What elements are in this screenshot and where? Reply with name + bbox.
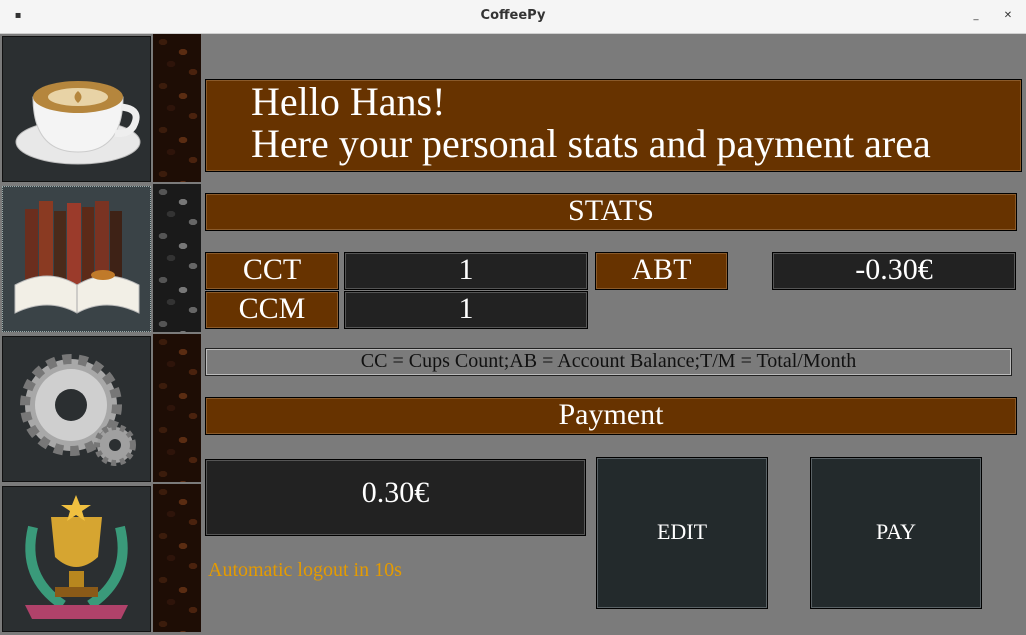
abt-value: -0.30€	[772, 252, 1016, 290]
coffee-beans-decoration	[153, 334, 201, 482]
abt-label: ABT	[595, 252, 728, 290]
window-title: CoffeePy	[480, 8, 546, 23]
pay-button[interactable]: PAY	[810, 457, 982, 609]
payment-amount: 0.30€	[205, 459, 586, 536]
greeting-line-subtitle: Here your personal stats and payment are…	[251, 121, 931, 166]
sidebar-item-trophy[interactable]	[2, 486, 151, 632]
edit-button[interactable]: EDIT	[596, 457, 768, 609]
gear-icon	[20, 354, 136, 466]
greeting-banner: Hello Hans! Here your personal stats and…	[205, 79, 1022, 172]
coffee-cup-icon	[15, 81, 141, 165]
stats-header: STATS	[205, 193, 1017, 231]
stats-legend: CC = Cups Count;AB = Account Balance;T/M…	[205, 348, 1012, 376]
books-icon	[14, 201, 140, 314]
cct-label: CCT	[205, 252, 339, 290]
auto-logout-status: Automatic logout in 10s	[208, 559, 402, 581]
sidebar	[0, 34, 203, 635]
trophy-icon	[25, 495, 128, 619]
ccm-value: 1	[344, 291, 588, 329]
cct-value: 1	[344, 252, 588, 290]
close-icon[interactable]: ✕	[1000, 8, 1016, 24]
greeting-line-hello: Hello Hans!	[251, 79, 446, 124]
sidebar-item-books[interactable]	[2, 186, 151, 332]
coffee-beans-decoration	[153, 34, 201, 182]
coffee-beans-decoration	[153, 484, 201, 632]
sidebar-item-settings[interactable]	[2, 336, 151, 482]
sidebar-item-coffee[interactable]	[2, 36, 151, 182]
payment-header: Payment	[205, 397, 1017, 435]
minimize-icon[interactable]: _	[968, 8, 984, 24]
title-bar: ▪ CoffeePy _ ✕	[0, 0, 1026, 34]
ccm-label: CCM	[205, 291, 339, 329]
coffee-beans-decoration-gray	[153, 184, 201, 332]
